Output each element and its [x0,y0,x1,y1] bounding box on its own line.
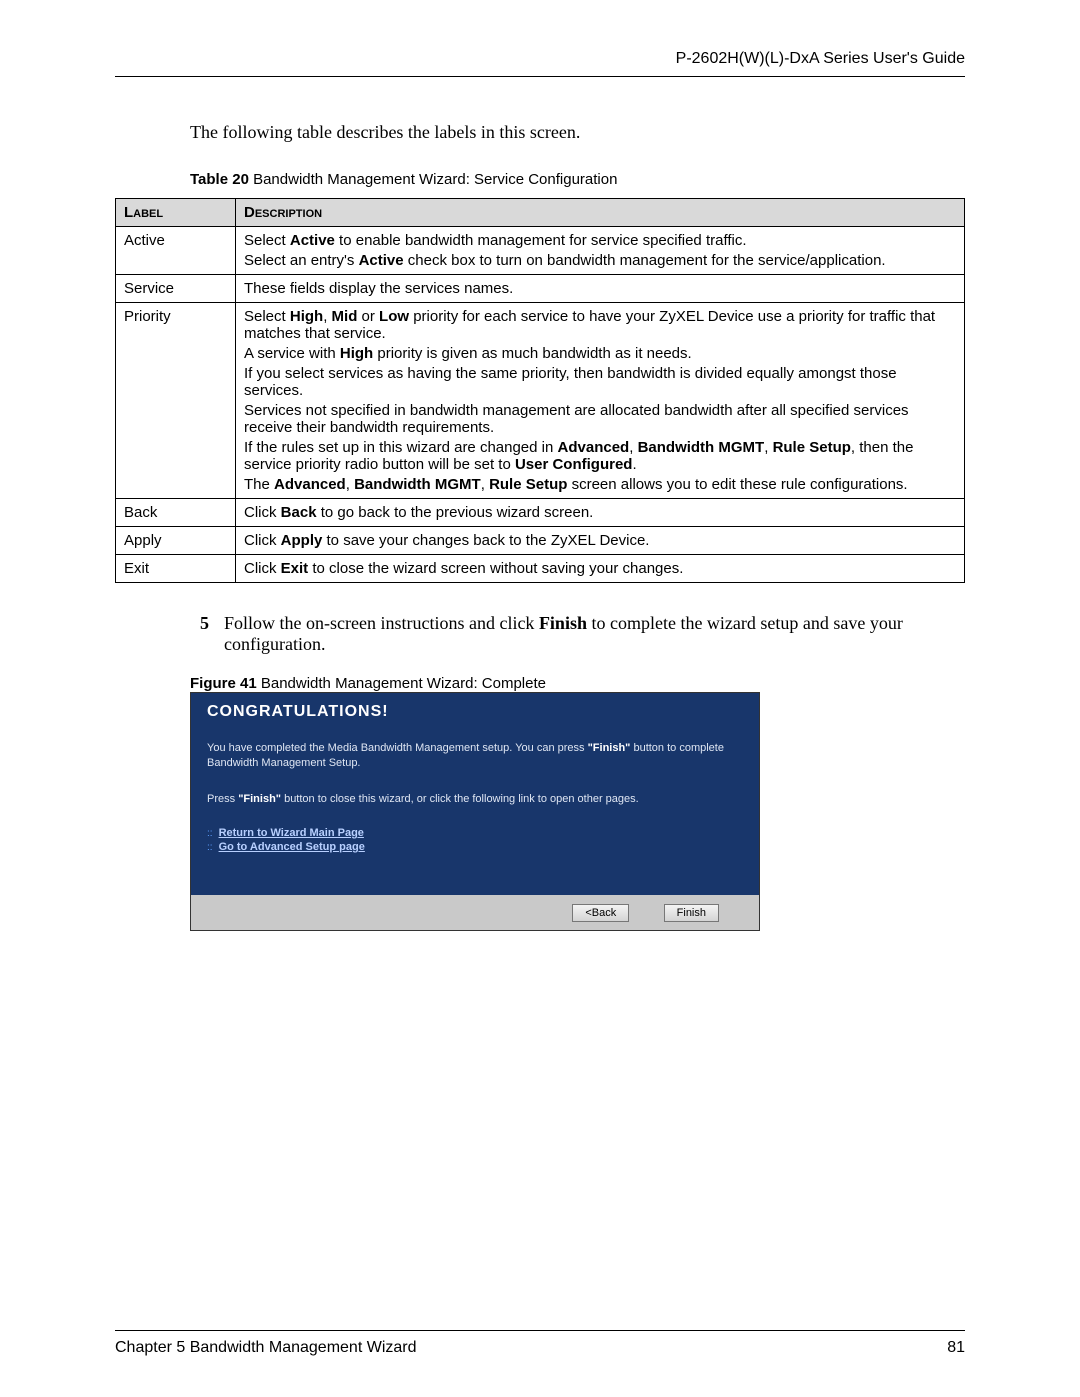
wizard-link-row-1: :: Return to Wizard Main Page [207,827,743,839]
wizard-text-2: Press "Finish" button to close this wiza… [207,792,743,807]
row-label: Active [116,227,236,275]
desc-line: Click Apply to save your changes back to… [244,532,956,549]
table-number: Table 20 [190,171,249,188]
th-description: Description [236,199,965,227]
table-row: Service These fields display the services… [116,275,965,303]
desc-line: Select Active to enable bandwidth manage… [244,232,956,249]
figure-number: Figure 41 [190,675,257,692]
desc-line: Click Exit to close the wizard screen wi… [244,560,956,577]
row-description: These fields display the services names. [236,275,965,303]
table-title: Bandwidth Management Wizard: Service Con… [249,171,618,188]
bullet-icon: :: [207,842,213,853]
table-caption: Table 20 Bandwidth Management Wizard: Se… [190,171,965,188]
desc-line: The Advanced, Bandwidth MGMT, Rule Setup… [244,476,956,493]
row-label: Priority [116,303,236,499]
wizard-link-row-2: :: Go to Advanced Setup page [207,841,743,853]
desc-line: Click Back to go back to the previous wi… [244,504,956,521]
bullet-icon: :: [207,828,213,839]
guide-title: P-2602H(W)(L)-DxA Series User's Guide [676,50,965,67]
desc-line: Select an entry's Active check box to tu… [244,252,956,269]
wizard-text-1: You have completed the Media Bandwidth M… [207,741,743,772]
row-description: Click Exit to close the wizard screen wi… [236,555,965,583]
description-table: Label Description Active Select Active to… [115,198,965,583]
page-header: P-2602H(W)(L)-DxA Series User's Guide [115,50,965,77]
row-label: Exit [116,555,236,583]
table-row: Active Select Active to enable bandwidth … [116,227,965,275]
desc-line: A service with High priority is given as… [244,345,956,362]
desc-line: Services not specified in bandwidth mana… [244,402,956,436]
desc-line: Select High, Mid or Low priority for eac… [244,308,956,342]
intro-text: The following table describes the labels… [190,122,965,143]
page-footer: Chapter 5 Bandwidth Management Wizard 81 [115,1330,965,1357]
row-label: Service [116,275,236,303]
row-label: Back [116,499,236,527]
page-number: 81 [947,1339,965,1357]
step-5: 5 Follow the on-screen instructions and … [200,613,965,655]
wizard-footer: <Back Finish [191,895,759,930]
row-description: Select Active to enable bandwidth manage… [236,227,965,275]
table-row: PrioritySelect High, Mid or Low priority… [116,303,965,499]
figure-title: Bandwidth Management Wizard: Complete [257,675,546,692]
finish-button[interactable]: Finish [664,904,719,922]
go-advanced-setup-link[interactable]: Go to Advanced Setup page [219,841,365,853]
desc-line: These fields display the services names. [244,280,956,297]
row-label: Apply [116,527,236,555]
figure-caption: Figure 41 Bandwidth Management Wizard: C… [190,675,965,692]
table-row: Exit Click Exit to close the wizard scree… [116,555,965,583]
step-number: 5 [200,613,214,655]
return-wizard-main-link[interactable]: Return to Wizard Main Page [219,827,364,839]
wizard-screenshot: CONGRATULATIONS! You have completed the … [190,692,760,931]
wizard-title: CONGRATULATIONS! [207,703,743,721]
back-button[interactable]: <Back [572,904,629,922]
chapter-label: Chapter 5 Bandwidth Management Wizard [115,1339,417,1357]
row-description: Select High, Mid or Low priority for eac… [236,303,965,499]
row-description: Click Apply to save your changes back to… [236,527,965,555]
table-row: Apply Click Apply to save your changes ba… [116,527,965,555]
desc-line: If you select services as having the sam… [244,365,956,399]
table-row: Back Click Back to go back to the previou… [116,499,965,527]
row-description: Click Back to go back to the previous wi… [236,499,965,527]
desc-line: If the rules set up in this wizard are c… [244,439,956,473]
th-label: Label [116,199,236,227]
step-text: Follow the on-screen instructions and cl… [224,613,965,655]
